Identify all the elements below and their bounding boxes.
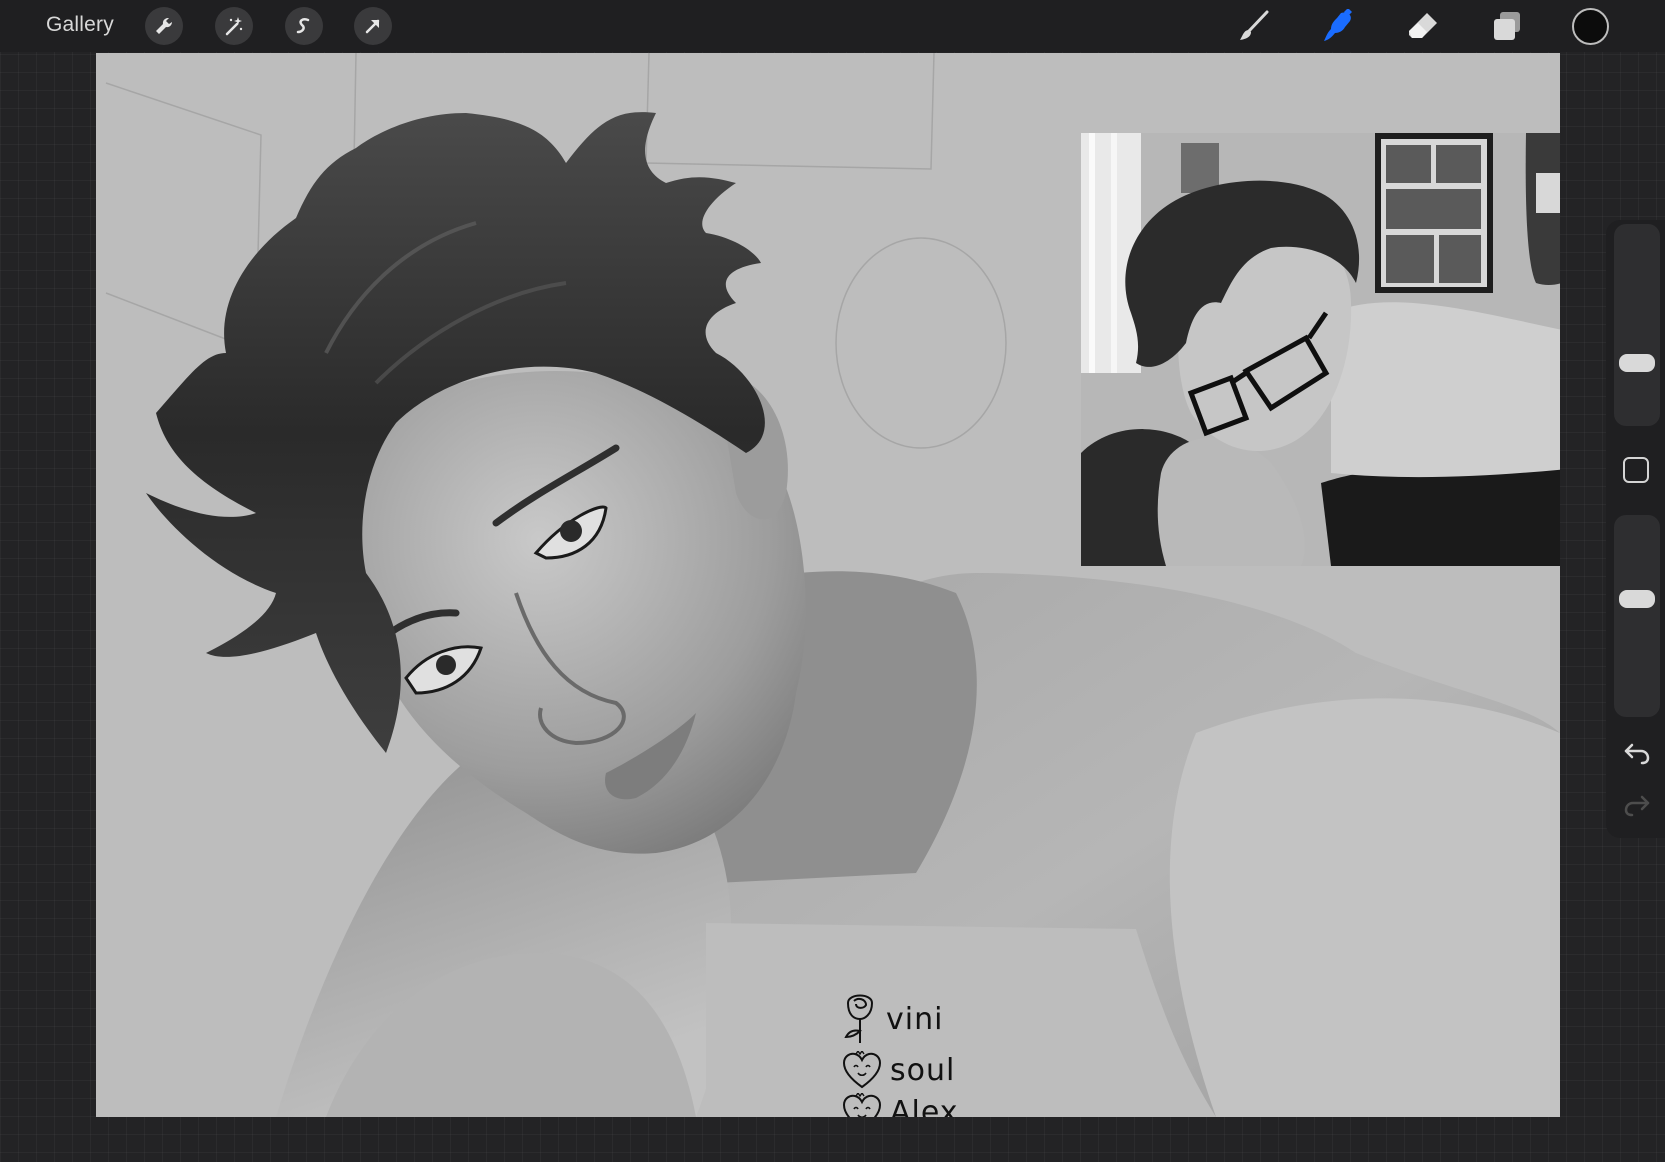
magic-wand-icon [225,17,243,36]
selection-button[interactable] [285,7,323,45]
signature-text-soul: soul [890,1052,956,1088]
paint-brush-button[interactable] [1236,8,1272,44]
redo-arrow-icon [1624,795,1650,817]
actions-button[interactable] [145,7,183,45]
adjustments-button[interactable] [215,7,253,45]
signature-line-soul: soul [842,1051,955,1089]
brush-size-slider[interactable] [1614,224,1660,426]
signature-line-vini: vini [842,993,943,1045]
selection-icon [296,18,310,34]
opacity-thumb[interactable] [1619,589,1655,608]
top-toolbar: Gallery [0,0,1665,52]
artist-signature: vini soul Alex [842,993,972,1117]
signature-line-alex: Alex [842,1093,959,1117]
layers-button[interactable] [1489,8,1525,44]
reference-photo[interactable] [1081,133,1560,566]
heart-face-icon [842,1093,882,1117]
transform-button[interactable] [354,7,392,45]
drawing-canvas[interactable]: vini soul Alex [96,53,1560,1117]
eraser-icon [1409,13,1437,38]
redo-button[interactable] [1622,792,1652,818]
gallery-button[interactable]: Gallery [46,13,114,37]
heart-face-icon [842,1051,882,1089]
signature-text-vini: vini [886,1001,944,1037]
color-picker-button[interactable] [1572,8,1609,45]
rose-icon [844,994,874,1043]
right-arm [1169,698,1560,1117]
brush-icon [1240,10,1269,40]
brush-size-thumb[interactable] [1619,354,1655,373]
signature-text-alex: Alex [890,1094,959,1118]
opacity-slider[interactable] [1614,515,1660,717]
eraser-button[interactable] [1405,8,1441,44]
undo-button[interactable] [1622,740,1652,766]
layers-icon [1494,12,1520,40]
undo-arrow-icon [1624,743,1650,765]
smudge-button[interactable] [1320,8,1356,44]
modify-button[interactable] [1623,457,1649,483]
brush-sidebar [1606,220,1665,838]
reference-image [1081,133,1560,566]
smudge-icon [1324,9,1352,41]
wrench-icon [156,17,173,34]
transform-arrow-icon [365,19,380,34]
